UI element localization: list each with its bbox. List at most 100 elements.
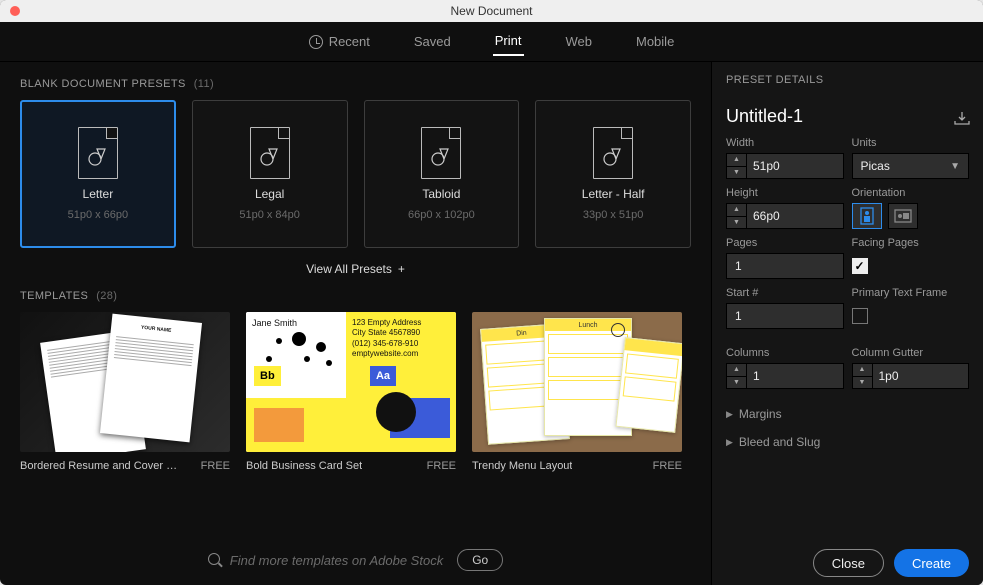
preset-tabloid[interactable]: Tabloid 66p0 x 102p0	[364, 100, 520, 248]
biz-addr2: City State 4567890	[352, 328, 450, 338]
orientation-portrait[interactable]	[852, 203, 882, 229]
orientation-landscape[interactable]	[888, 203, 918, 229]
tab-saved[interactable]: Saved	[412, 28, 453, 55]
height-input[interactable]: ▲▼ 66p0	[726, 203, 844, 229]
height-label: Height	[726, 187, 844, 199]
preset-name: Letter - Half	[582, 187, 645, 201]
stock-search: Find more templates on Adobe Stock Go	[20, 535, 691, 579]
units-value: Picas	[861, 159, 890, 173]
margins-disclosure[interactable]: ▶ Margins	[726, 407, 969, 421]
template-name: Bordered Resume and Cover Let...	[20, 460, 180, 472]
margins-label: Margins	[739, 407, 782, 421]
create-button[interactable]: Create	[894, 549, 969, 577]
side-header: PRESET DETAILS	[726, 74, 969, 86]
biz-site: emptywebsite.com	[352, 349, 450, 359]
width-stepper[interactable]: ▲▼	[727, 154, 747, 178]
chevron-right-icon: ▶	[726, 409, 733, 420]
template-resume: YOUR NAME Bordered Resume and Cover Let.…	[20, 312, 230, 472]
close-button[interactable]: Close	[813, 549, 884, 577]
view-all-presets-button[interactable]: View All Presets +	[20, 262, 691, 276]
preset-name: Legal	[255, 187, 284, 201]
dialog-footer: Close Create	[726, 537, 969, 577]
columns-input[interactable]: ▲▼ 1	[726, 363, 844, 389]
columns-value: 1	[753, 369, 760, 383]
tab-mobile-label: Mobile	[636, 34, 674, 49]
template-menu: Din Lunch Trendy Menu Layout FREE	[472, 312, 682, 472]
gutter-stepper[interactable]: ▲▼	[853, 364, 873, 388]
start-label: Start #	[726, 287, 844, 299]
preset-dimensions: 51p0 x 66p0	[68, 209, 129, 221]
chevron-right-icon: ▶	[726, 437, 733, 448]
biz-name: Jane Smith	[252, 318, 297, 328]
pages-label: Pages	[726, 237, 844, 249]
presets-grid: Letter 51p0 x 66p0 Legal 51p0 x 84p0 Tab…	[20, 100, 691, 248]
go-button[interactable]: Go	[457, 549, 503, 571]
template-thumb[interactable]: Jane Smith Bb 123 Empty Address City S	[246, 312, 456, 452]
preset-details-panel: PRESET DETAILS Untitled-1 Width ▲▼ 51p0 …	[711, 62, 983, 585]
facing-label: Facing Pages	[852, 237, 970, 249]
tab-recent-label: Recent	[329, 34, 370, 49]
tab-print[interactable]: Print	[493, 27, 524, 56]
document-name-row: Untitled-1	[726, 106, 969, 127]
tab-recent[interactable]: Recent	[307, 28, 372, 55]
width-input[interactable]: ▲▼ 51p0	[726, 153, 844, 179]
page-icon	[593, 127, 633, 179]
window-close-dot[interactable]	[10, 6, 20, 16]
tab-web[interactable]: Web	[564, 28, 595, 55]
templates-header-label: TEMPLATES	[20, 290, 88, 302]
preset-dimensions: 51p0 x 84p0	[239, 209, 300, 221]
preset-legal[interactable]: Legal 51p0 x 84p0	[192, 100, 348, 248]
orientation-label: Orientation	[852, 187, 970, 199]
ptf-label: Primary Text Frame	[852, 287, 970, 299]
gutter-label: Column Gutter	[852, 347, 970, 359]
new-document-window: New Document Recent Saved Print Web Mobi…	[0, 0, 983, 585]
titlebar: New Document	[0, 0, 983, 22]
columns-label: Columns	[726, 347, 844, 359]
start-value: 1	[735, 309, 742, 323]
page-icon	[421, 127, 461, 179]
presets-header: BLANK DOCUMENT PRESETS (11)	[20, 78, 691, 90]
side-header-label: PRESET DETAILS	[726, 74, 824, 86]
columns-stepper[interactable]: ▲▼	[727, 364, 747, 388]
window-title: New Document	[450, 4, 532, 18]
primary-text-frame-checkbox[interactable]	[852, 308, 868, 324]
template-name: Bold Business Card Set	[246, 460, 362, 472]
tab-print-label: Print	[495, 33, 522, 48]
preset-name: Tabloid	[422, 187, 460, 201]
view-all-label: View All Presets	[306, 262, 392, 276]
tab-saved-label: Saved	[414, 34, 451, 49]
biz-bb: Bb	[254, 366, 281, 386]
biz-addr1: 123 Empty Address	[352, 318, 450, 328]
pages-input[interactable]: 1	[726, 253, 844, 279]
presets-header-label: BLANK DOCUMENT PRESETS	[20, 78, 186, 90]
close-label: Close	[832, 556, 865, 571]
page-icon	[250, 127, 290, 179]
main-panel: BLANK DOCUMENT PRESETS (11) Letter 51p0 …	[0, 62, 711, 585]
orientation-toggle	[852, 203, 970, 229]
template-thumb[interactable]: YOUR NAME	[20, 312, 230, 452]
units-select[interactable]: Picas ▼	[852, 153, 970, 179]
save-preset-icon[interactable]	[953, 111, 969, 123]
template-thumb[interactable]: Din Lunch	[472, 312, 682, 452]
tab-mobile[interactable]: Mobile	[634, 28, 676, 55]
template-price: FREE	[201, 460, 230, 472]
biz-phone: (012) 345-678-910	[352, 339, 450, 349]
preset-letter[interactable]: Letter 51p0 x 66p0	[20, 100, 176, 248]
facing-pages-checkbox[interactable]: ✓	[852, 258, 868, 274]
units-label: Units	[852, 137, 970, 149]
start-input[interactable]: 1	[726, 303, 844, 329]
templates-count: (28)	[96, 290, 117, 302]
presets-count: (11)	[194, 78, 214, 90]
document-name-input[interactable]: Untitled-1	[726, 106, 803, 127]
search-placeholder[interactable]: Find more templates on Adobe Stock	[230, 553, 443, 568]
gutter-input[interactable]: ▲▼ 1p0	[852, 363, 970, 389]
plus-icon: +	[398, 262, 405, 276]
bleed-disclosure[interactable]: ▶ Bleed and Slug	[726, 435, 969, 449]
templates-grid: YOUR NAME Bordered Resume and Cover Let.…	[20, 312, 691, 472]
category-tabs: Recent Saved Print Web Mobile	[0, 22, 983, 62]
biz-aa: Aa	[370, 366, 396, 386]
height-stepper[interactable]: ▲▼	[727, 204, 747, 228]
create-label: Create	[912, 556, 951, 571]
preset-letter-half[interactable]: Letter - Half 33p0 x 51p0	[535, 100, 691, 248]
go-label: Go	[472, 553, 488, 567]
